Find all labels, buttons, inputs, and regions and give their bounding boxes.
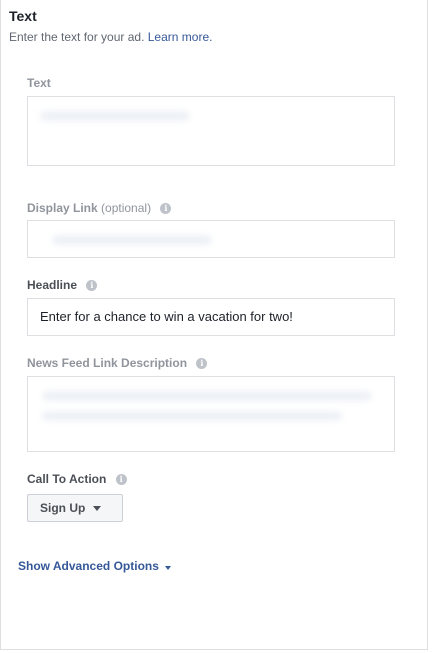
text-section-panel: Text Enter the text for your ad. Learn m… — [0, 0, 428, 650]
display-link-input[interactable] — [27, 220, 395, 258]
display-link-label: Display Link (optional) i — [27, 201, 172, 215]
blurred-text — [42, 411, 342, 421]
show-advanced-options-link[interactable]: Show Advanced Options — [18, 559, 171, 573]
section-title: Text — [9, 8, 37, 24]
blurred-text — [42, 391, 372, 401]
advanced-options-label: Show Advanced Options — [18, 559, 159, 573]
text-label: Text — [27, 76, 51, 90]
text-field-label: Text — [27, 76, 51, 90]
learn-more-link[interactable]: Learn more. — [148, 30, 213, 44]
news-feed-description-label: News Feed Link Description i — [27, 356, 208, 370]
section-subtitle: Enter the text for your ad. Learn more. — [9, 30, 212, 44]
headline-input[interactable]: Enter for a chance to win a vacation for… — [27, 298, 395, 336]
news-feed-description-label-text: News Feed Link Description — [27, 356, 188, 370]
info-icon[interactable]: i — [196, 358, 208, 369]
info-icon[interactable]: i — [115, 474, 127, 485]
blurred-text — [40, 111, 190, 121]
call-to-action-dropdown[interactable]: Sign Up — [27, 494, 123, 522]
headline-label: Headline i — [27, 278, 98, 292]
headline-label-text: Headline — [27, 278, 78, 292]
optional-tag: (optional) — [101, 201, 152, 215]
call-to-action-selected: Sign Up — [40, 501, 86, 515]
blurred-text — [52, 235, 212, 245]
caret-down-icon — [93, 505, 102, 511]
news-feed-description-textarea[interactable] — [27, 376, 395, 452]
section-subtitle-text: Enter the text for your ad. — [9, 30, 145, 44]
call-to-action-label: Call To Action i — [27, 472, 127, 486]
call-to-action-label-text: Call To Action — [27, 472, 107, 486]
caret-down-icon — [164, 565, 171, 570]
text-textarea[interactable] — [27, 96, 395, 166]
info-icon[interactable]: i — [160, 203, 172, 214]
info-icon[interactable]: i — [86, 280, 98, 291]
display-link-label-text: Display Link — [27, 201, 98, 215]
